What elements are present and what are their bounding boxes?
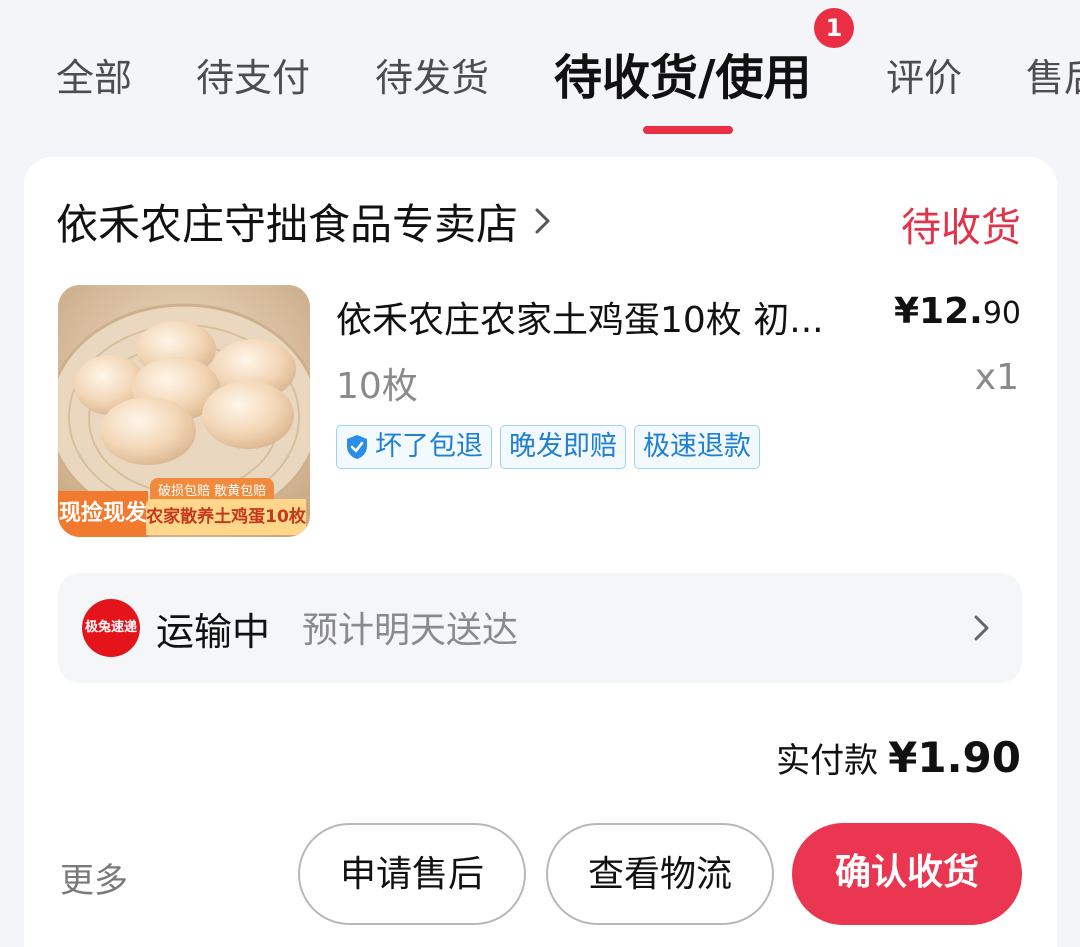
service-tags: 坏了包退 晚发即赔 极速退款 bbox=[336, 425, 760, 469]
order-status-tabs: 全部 待支付 待发货 待收货/使用 1 评价 售后 bbox=[0, 0, 1080, 150]
thumb-badge-guarantee: 破损包赔 散黄包赔 bbox=[150, 478, 275, 501]
service-tag-fast-refund: 极速退款 bbox=[634, 425, 760, 469]
courier-logo: 极兔速递 bbox=[82, 599, 140, 657]
more-button[interactable]: 更多 bbox=[60, 853, 128, 902]
chevron-right-icon bbox=[535, 208, 550, 234]
product-quantity: x1 bbox=[974, 357, 1019, 398]
product-price: ¥12.90 bbox=[894, 291, 1021, 332]
tab-count-badge: 1 bbox=[814, 8, 854, 48]
product-spec: 10枚 bbox=[336, 366, 418, 407]
chevron-right-icon bbox=[974, 615, 989, 641]
service-tag-refund-broken: 坏了包退 bbox=[336, 425, 492, 469]
tab-all[interactable]: 全部 bbox=[56, 52, 132, 104]
logistics-status: 运输中 bbox=[156, 610, 271, 654]
order-status: 待收货 bbox=[901, 205, 1021, 251]
price-integer: 12. bbox=[919, 291, 983, 332]
apply-aftersale-button[interactable]: 申请售后 bbox=[298, 823, 526, 925]
service-tag-late-compensation: 晚发即赔 bbox=[500, 425, 626, 469]
shield-check-icon bbox=[347, 435, 367, 459]
order-total: 实付款 ¥1.90 bbox=[776, 733, 1021, 782]
store-name: 依禾农庄守拙食品专卖店 bbox=[56, 199, 519, 249]
tab-review[interactable]: 评价 bbox=[886, 52, 962, 104]
view-logistics-button[interactable]: 查看物流 bbox=[546, 823, 774, 925]
total-amount: ¥1.90 bbox=[888, 733, 1021, 782]
product-title[interactable]: 依禾农庄农家土鸡蛋10枚 初... bbox=[336, 291, 856, 343]
logistics-row[interactable]: 极兔速递 运输中 预计明天送达 bbox=[58, 573, 1022, 683]
store-link[interactable]: 依禾农庄守拙食品专卖店 bbox=[56, 193, 554, 249]
order-list-page: 全部 待支付 待发货 待收货/使用 1 评价 售后 依禾农庄守拙食品专卖店 待收… bbox=[0, 0, 1080, 947]
product-image[interactable]: 破损包赔 散黄包赔 现捡现发 农家散养土鸡蛋10枚 bbox=[58, 285, 310, 537]
price-currency: ¥ bbox=[893, 291, 920, 332]
tab-pending-shipment[interactable]: 待发货 bbox=[375, 52, 489, 104]
confirm-receipt-button[interactable]: 确认收货 bbox=[792, 823, 1022, 925]
tab-pending-payment[interactable]: 待支付 bbox=[196, 52, 310, 104]
thumb-badge-fresh: 现捡现发 bbox=[58, 491, 148, 537]
total-label: 实付款 bbox=[776, 741, 879, 781]
price-decimal: 90 bbox=[982, 296, 1021, 331]
tab-pending-receipt[interactable]: 待收货/使用 bbox=[554, 46, 812, 110]
logistics-eta: 预计明天送达 bbox=[302, 610, 519, 651]
thumb-badge-product: 农家散养土鸡蛋10枚 bbox=[146, 499, 306, 535]
active-tab-indicator bbox=[643, 126, 733, 134]
tab-aftersale[interactable]: 售后 bbox=[1026, 52, 1080, 104]
order-card[interactable]: 依禾农庄守拙食品专卖店 待收货 破损包赔 散黄包赔 现捡现发 农家散养土鸡蛋10… bbox=[24, 157, 1057, 947]
service-tag-label: 坏了包退 bbox=[375, 431, 483, 462]
